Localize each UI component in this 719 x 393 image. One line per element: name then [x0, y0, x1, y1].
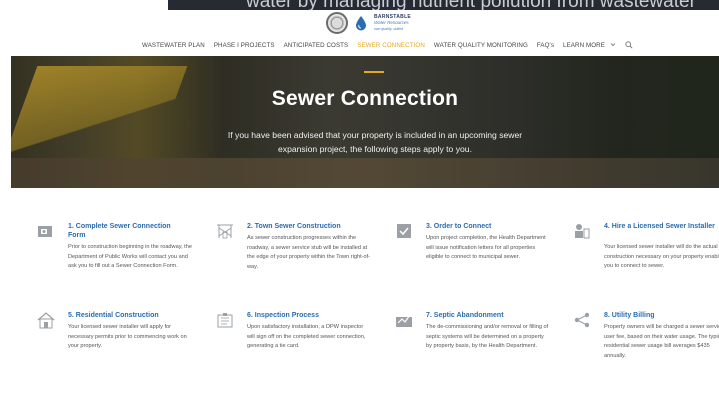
steps-section: 1. Complete Sewer Connection Form Prior …: [0, 188, 719, 393]
top-banner-background: water by managing nutrient pollution fro…: [168, 0, 719, 10]
search-icon[interactable]: [625, 41, 633, 49]
nav-item-phase-i-projects[interactable]: PHASE I PROJECTS: [214, 42, 275, 49]
billing-icon: [574, 312, 590, 328]
installer-icon: [575, 224, 590, 239]
step-1-title: 1. Complete Sewer Connection Form: [68, 223, 171, 239]
step-5-title: 5. Residential Construction: [68, 312, 159, 319]
house-icon: [37, 312, 55, 329]
hero-accent-line: [364, 71, 384, 73]
brand-text: BARNSTABLE Water Resources own quality, …: [374, 15, 411, 31]
town-seal-icon: [326, 12, 348, 34]
water-drop-icon: [354, 13, 368, 33]
step-8-body: Property owners will be charged a sewer …: [604, 324, 719, 359]
step-8-title: 8. Utility Billing: [604, 312, 655, 319]
nav-item-anticipated-costs[interactable]: ANTICIPATED COSTS: [284, 42, 349, 49]
top-banner: water by managing nutrient pollution fro…: [0, 0, 719, 10]
hero-banner: Sewer Connection If you have been advise…: [11, 56, 719, 188]
chevron-down-icon: [610, 42, 616, 46]
top-banner-text: water by managing nutrient pollution fro…: [246, 0, 696, 10]
site-logo[interactable]: BARNSTABLE Water Resources own quality, …: [326, 11, 411, 35]
step-5-body: Your licensed sewer installer will apply…: [68, 324, 187, 350]
nav-item-learn-more[interactable]: LEARN MORE: [563, 42, 616, 49]
step-7-body: The de-commissioning and/or removal or f…: [426, 324, 549, 350]
form-icon: [38, 226, 52, 237]
step-2-body: As sewer construction progresses within …: [247, 235, 371, 270]
hero-ground-image: [11, 158, 719, 188]
site-header: BARNSTABLE Water Resources own quality, …: [0, 10, 719, 56]
step-1-body: Prior to construction beginning in the r…: [68, 244, 192, 270]
step-2-title: 2. Town Sewer Construction: [247, 223, 341, 230]
nav-item-water-quality-monitoring[interactable]: WATER QUALITY MONITORING: [434, 42, 528, 49]
step-4-title: 4. Hire a Licensed Sewer Installer: [604, 223, 715, 230]
nav-item-faqs[interactable]: FAQ's: [537, 42, 554, 49]
nav-item-sewer-connection[interactable]: SEWER CONNECTION: [357, 42, 425, 49]
nav-item-wastewater-plan[interactable]: WASTEWATER PLAN: [142, 42, 205, 49]
main-nav: WASTEWATER PLAN PHASE I PROJECTS ANTICIP…: [142, 41, 633, 49]
hero-subtitle: If you have been advised that your prope…: [227, 130, 523, 154]
step-7-title: 7. Septic Abandonment: [426, 312, 504, 319]
nav-item-learn-more-label: LEARN MORE: [563, 41, 605, 49]
brand-line-2: Water Resources: [374, 20, 409, 25]
brand-line-3: own quality, skilled: [374, 26, 403, 31]
septic-icon: [396, 314, 412, 327]
construction-icon: [217, 224, 233, 239]
step-6-body: Upon satisfactory installation, a DPW in…: [247, 324, 366, 350]
step-3-title: 3. Order to Connect: [426, 223, 492, 230]
step-6-title: 6. Inspection Process: [247, 312, 319, 319]
order-icon: [397, 224, 411, 238]
excavator-image: [11, 66, 188, 156]
step-4-body: Your licensed sewer installer will do th…: [604, 244, 719, 270]
inspection-icon: [217, 313, 233, 328]
step-3-body: Upon project completion, the Health Depa…: [426, 235, 546, 261]
page-title: Sewer Connection: [271, 87, 459, 110]
